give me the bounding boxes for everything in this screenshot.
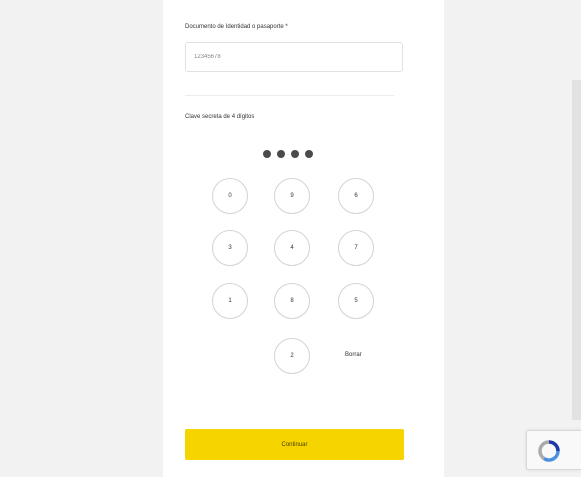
document-input[interactable] xyxy=(185,42,403,72)
keypad-key[interactable]: 4 xyxy=(274,230,310,266)
keypad-key[interactable]: 3 xyxy=(212,230,248,266)
divider xyxy=(185,95,394,96)
keypad-key[interactable]: 8 xyxy=(274,283,310,319)
continue-button[interactable]: Continuar xyxy=(185,429,404,460)
login-panel: Documento de Identidad o pasaporte * Cla… xyxy=(163,0,444,477)
keypad-key[interactable]: 6 xyxy=(338,178,374,214)
pin-dots xyxy=(263,150,313,158)
pin-label: Clave secreta de 4 dígitos xyxy=(185,114,255,120)
pin-dot xyxy=(263,150,271,158)
scrollbar[interactable] xyxy=(572,80,581,420)
keypad-key[interactable]: 9 xyxy=(274,178,310,214)
keypad-key[interactable]: 1 xyxy=(212,283,248,319)
keypad-key[interactable]: 5 xyxy=(338,283,374,319)
recaptcha-icon xyxy=(538,440,560,462)
document-label: Documento de Identidad o pasaporte * xyxy=(185,24,288,30)
pin-dot xyxy=(305,150,313,158)
pin-dot xyxy=(277,150,285,158)
recaptcha-badge[interactable] xyxy=(526,430,581,470)
keypad-key[interactable]: 2 xyxy=(274,338,310,374)
keypad-key[interactable]: 0 xyxy=(212,178,248,214)
erase-button[interactable]: Borrar xyxy=(345,352,362,358)
keypad-key[interactable]: 7 xyxy=(338,230,374,266)
pin-dot xyxy=(291,150,299,158)
